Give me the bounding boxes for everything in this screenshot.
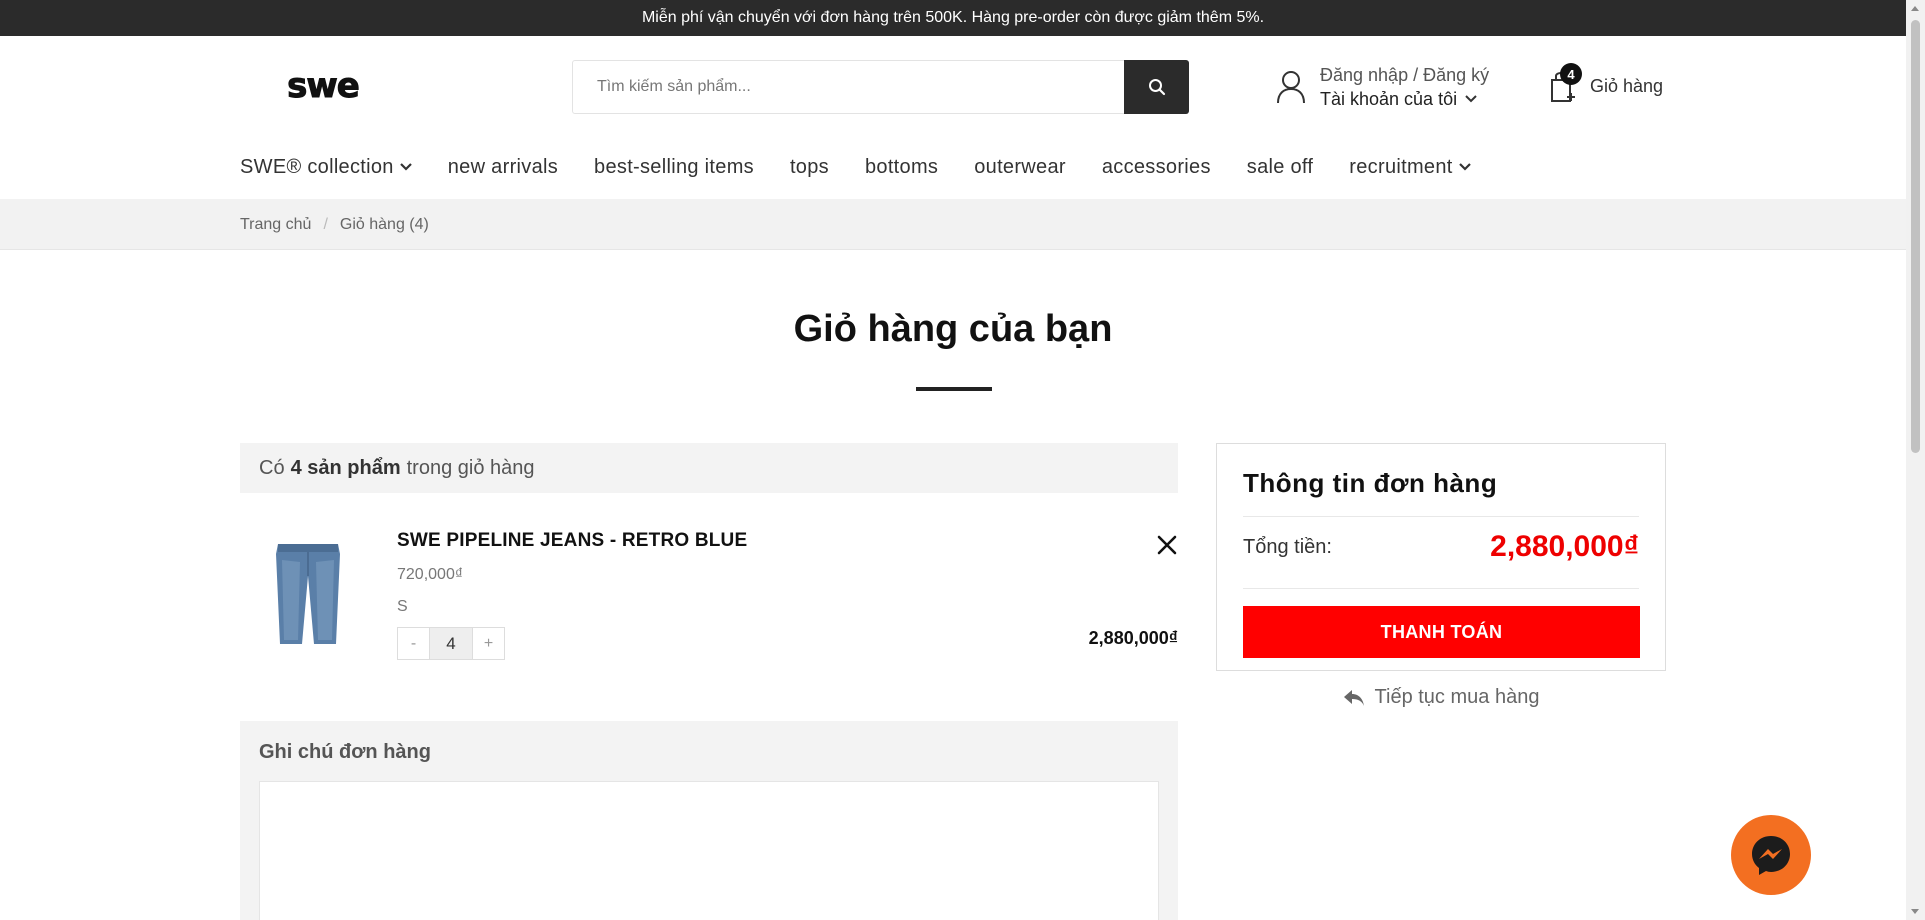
order-note-label: Ghi chú đơn hàng	[259, 741, 431, 763]
my-account-dropdown[interactable]: Tài khoản của tôi	[1320, 87, 1489, 111]
quantity-stepper: - 4 +	[397, 627, 505, 660]
nav-item-new-arrivals[interactable]: new arrivals	[448, 156, 558, 179]
chevron-down-icon	[399, 163, 412, 171]
user-icon	[1277, 71, 1305, 104]
quantity-increase-button[interactable]: +	[473, 628, 504, 659]
nav-label: accessories	[1101, 155, 1211, 178]
cart-count-prefix: Có	[259, 456, 285, 479]
scroll-down-arrow[interactable]	[1911, 909, 1919, 914]
breadcrumb-separator: /	[323, 215, 328, 233]
announcement-bar: Miễn phí vận chuyển với đơn hàng trên 50…	[0, 0, 1906, 36]
account-menu[interactable]: Đăng nhập / Đăng ký Tài khoản của tôi	[1276, 64, 1489, 110]
product-unit-price: 720,000₫	[397, 566, 464, 583]
total-label: Tổng tiền:	[1243, 536, 1332, 558]
quantity-input[interactable]: 4	[429, 628, 473, 659]
nav-label: best-selling items	[594, 155, 754, 178]
nav-label: new arrivals	[447, 155, 559, 178]
messenger-icon	[1752, 836, 1790, 875]
page-scrollbar[interactable]	[1906, 0, 1925, 920]
nav-item-bottoms[interactable]: bottoms	[865, 156, 938, 179]
my-account-label: Tài khoản của tôi	[1320, 89, 1458, 109]
site-logo[interactable]: swe	[284, 66, 362, 107]
header-cart[interactable]: 4 Giỏ hàng	[1548, 63, 1664, 106]
nav-label: SWE® collection	[240, 155, 394, 178]
search-form	[572, 60, 1189, 114]
site-header: swe Đăng nhập / Đăng ký Tài khoản của tô…	[0, 36, 1906, 199]
reply-arrow-icon	[1343, 689, 1364, 706]
login-register-link[interactable]: Đăng nhập / Đăng ký	[1320, 63, 1489, 87]
nav-item-accessories[interactable]: accessories	[1102, 156, 1211, 179]
breadcrumb-current: Giỏ hàng (4)	[339, 215, 429, 233]
divider	[1243, 588, 1639, 589]
divider	[1243, 516, 1639, 517]
title-underline	[916, 387, 992, 391]
product-name-link[interactable]: SWE PIPELINE JEANS - RETRO BLUE	[397, 530, 747, 552]
main-nav: SWE® collection new arrivals best-sellin…	[240, 152, 1507, 182]
order-note-section: Ghi chú đơn hàng	[240, 721, 1178, 920]
nav-item-outerwear[interactable]: outerwear	[974, 156, 1066, 179]
scrollbar-thumb[interactable]	[1911, 20, 1920, 453]
nav-label: recruitment	[1349, 155, 1453, 178]
cart-count-badge: 4	[1560, 63, 1582, 85]
chevron-down-icon	[1465, 95, 1477, 103]
cart-label: Giỏ hàng	[1590, 75, 1664, 96]
nav-item-tops[interactable]: tops	[790, 156, 829, 179]
checkout-button[interactable]: THANH TOÁN	[1243, 606, 1640, 658]
order-summary-heading: Thông tin đơn hàng	[1243, 468, 1498, 498]
quantity-decrease-button[interactable]: -	[398, 628, 429, 659]
close-icon[interactable]	[1156, 534, 1178, 556]
search-button[interactable]	[1124, 60, 1189, 114]
breadcrumb-home-link[interactable]: Trang chủ	[240, 216, 311, 234]
breadcrumb: Trang chủ / Giỏ hàng (4)	[0, 199, 1906, 250]
order-summary-box: Thông tin đơn hàng Tổng tiền: 2,880,000₫…	[1216, 443, 1666, 671]
nav-item-swe-collection[interactable]: SWE® collection	[240, 156, 412, 179]
scroll-up-arrow[interactable]	[1911, 6, 1919, 11]
nav-label: sale off	[1246, 155, 1314, 178]
announcement-text: Miễn phí vận chuyển với đơn hàng trên 50…	[641, 9, 1265, 26]
nav-item-best-selling[interactable]: best-selling items	[594, 156, 754, 179]
nav-label: outerwear	[974, 155, 1066, 178]
shopping-bag-icon: 4	[1548, 63, 1582, 103]
order-note-textarea[interactable]	[259, 781, 1159, 920]
chevron-down-icon	[1458, 163, 1471, 171]
cart-line-item: SWE PIPELINE JEANS - RETRO BLUE 720,000₫…	[240, 530, 1178, 670]
nav-item-recruitment[interactable]: recruitment	[1349, 155, 1471, 179]
continue-shopping-label: Tiếp tục mua hàng	[1374, 686, 1540, 708]
product-thumbnail[interactable]	[270, 540, 346, 650]
page-title: Giỏ hàng của bạn	[793, 308, 1113, 350]
nav-label: tops	[789, 155, 829, 178]
cart-count-strong: 4 sản phẩm	[290, 456, 401, 479]
search-input[interactable]	[573, 61, 1124, 113]
total-value: 2,880,000₫	[1490, 530, 1639, 563]
cart-item-count-bar: Có 4 sản phẩm trong giỏ hàng	[240, 443, 1178, 493]
line-total-price: 2,880,000₫	[1088, 628, 1178, 648]
nav-label: bottoms	[864, 155, 939, 178]
cart-count-suffix: trong giỏ hàng	[406, 456, 535, 479]
nav-item-sale-off[interactable]: sale off	[1247, 156, 1314, 179]
product-variant: S	[397, 598, 408, 615]
search-icon	[1148, 79, 1165, 96]
continue-shopping-link[interactable]: Tiếp tục mua hàng	[1216, 686, 1666, 709]
messenger-chat-button[interactable]	[1731, 815, 1811, 895]
